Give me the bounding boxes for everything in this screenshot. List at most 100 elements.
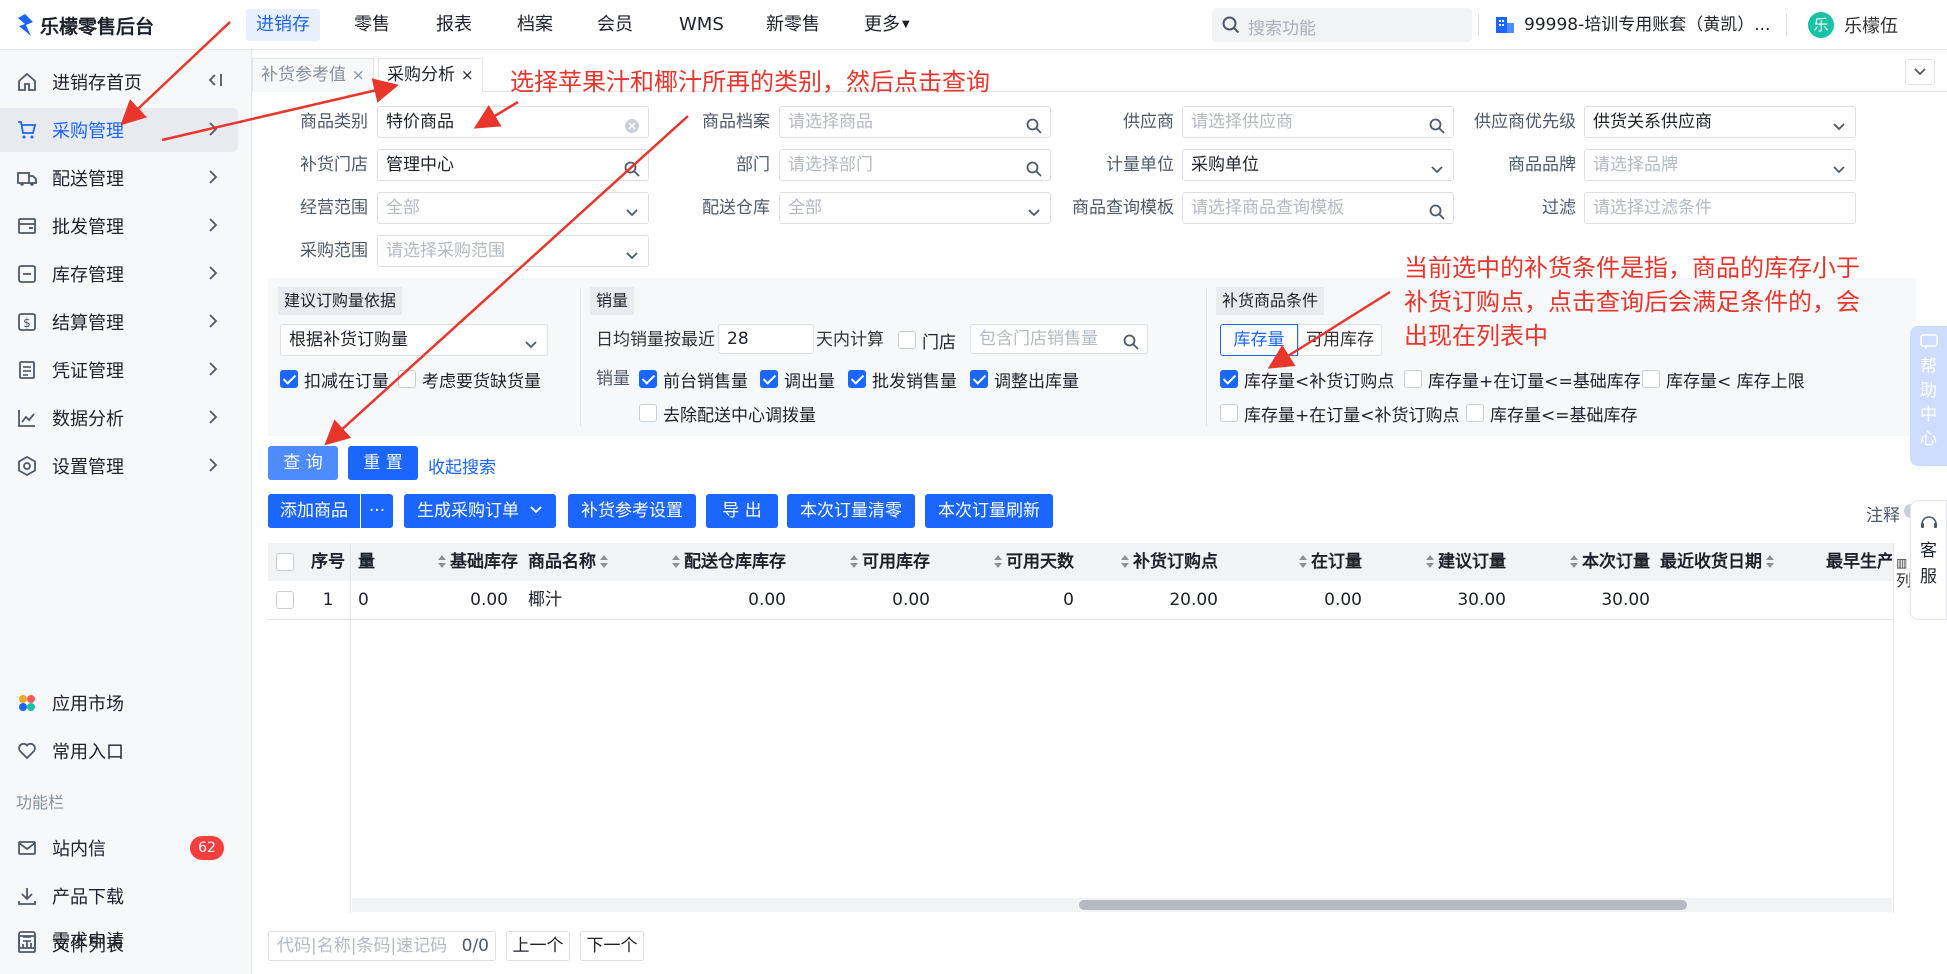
generate-order-button[interactable]: 生成采购订单 bbox=[404, 494, 556, 528]
close-icon[interactable]: × bbox=[352, 66, 365, 84]
scope-select[interactable]: 全部 bbox=[377, 192, 649, 224]
col-reorder-point[interactable]: 补货订购点 bbox=[1084, 543, 1218, 581]
consider-shortage-checkbox[interactable]: 考虑要货缺货量 bbox=[398, 367, 541, 392]
warehouse-select[interactable]: 全部 bbox=[779, 192, 1051, 224]
stock-lt-max-checkbox[interactable]: 库存量< 库存上限 bbox=[1642, 367, 1805, 392]
store-input[interactable]: 管理中心 bbox=[377, 149, 649, 181]
stock-lt-reorder-checkbox[interactable]: 库存量<补货订购点 bbox=[1220, 367, 1394, 392]
search-icon[interactable] bbox=[1429, 200, 1445, 223]
row-checkbox[interactable] bbox=[276, 591, 294, 609]
search-icon[interactable] bbox=[624, 157, 640, 180]
deduct-on-order-checkbox[interactable]: 扣减在订量 bbox=[280, 367, 389, 392]
sidebar-item-analysis[interactable]: 数据分析 bbox=[0, 396, 238, 440]
clear-order-qty-button[interactable]: 本次订量清零 bbox=[787, 494, 915, 528]
tab-replenish-ref[interactable]: 补货参考值 × bbox=[252, 58, 374, 92]
h-scrollbar-thumb[interactable] bbox=[1079, 900, 1687, 910]
collapse-sidebar-icon[interactable] bbox=[206, 71, 224, 94]
sidebar-item-settlement[interactable]: $ 结算管理 bbox=[0, 300, 238, 344]
feature-search-input[interactable]: 搜索功能 bbox=[1212, 8, 1472, 42]
store-sales-input[interactable]: 包含门店销售量 bbox=[970, 324, 1148, 354]
reset-button[interactable]: 重 置 bbox=[348, 446, 418, 480]
available-stock-segment[interactable]: 可用库存 bbox=[1298, 324, 1382, 356]
next-button[interactable]: 下一个 bbox=[580, 931, 644, 961]
sidebar-item-wholesale[interactable]: 批发管理 bbox=[0, 204, 238, 248]
sidebar-item-favorites[interactable]: 常用入口 bbox=[0, 729, 238, 773]
search-icon[interactable] bbox=[1123, 331, 1139, 353]
search-icon[interactable] bbox=[1026, 114, 1042, 137]
user-menu[interactable]: 乐 乐檬伍 bbox=[1808, 9, 1898, 41]
category-input[interactable]: 特价商品 bbox=[377, 106, 649, 138]
topnav-reports[interactable]: 报表 bbox=[426, 9, 482, 41]
tab-purchase-analysis[interactable]: 采购分析 × bbox=[378, 58, 483, 92]
stock-plus-order-lt-reorder-checkbox[interactable]: 库存量+在订量<补货订购点 bbox=[1220, 401, 1460, 426]
col-dc-stock[interactable]: 配送仓库库存 bbox=[668, 543, 786, 581]
topnav-archive[interactable]: 档案 bbox=[507, 9, 563, 41]
topnav-more[interactable]: 更多 ▼ bbox=[854, 9, 920, 41]
supplier-input[interactable]: 请选择供应商 bbox=[1182, 106, 1454, 138]
close-icon[interactable]: × bbox=[461, 66, 474, 84]
topnav-retail[interactable]: 零售 bbox=[344, 9, 400, 41]
app-logo[interactable]: 乐檬零售后台 bbox=[16, 12, 154, 38]
sidebar-item-delivery[interactable]: 配送管理 bbox=[0, 156, 238, 200]
adjust-out-checkbox[interactable]: 调整出库量 bbox=[970, 367, 1079, 392]
sidebar-item-downloads[interactable]: 产品下载 bbox=[0, 874, 238, 918]
replenish-settings-button[interactable]: 补货参考设置 bbox=[568, 494, 696, 528]
col-last-receipt[interactable]: 最近收货日期 bbox=[1660, 543, 1784, 581]
clear-icon[interactable] bbox=[624, 114, 640, 137]
col-base-stock[interactable]: 基础库存 bbox=[378, 543, 518, 581]
frontend-sales-checkbox[interactable]: 前台销售量 bbox=[639, 367, 748, 392]
filter-input[interactable]: 请选择过滤条件 bbox=[1584, 192, 1856, 224]
col-suggested-qty[interactable]: 建议订量 bbox=[1372, 543, 1506, 581]
sidebar-item-home[interactable]: 进销存首页 bbox=[0, 60, 238, 104]
exclude-dc-transfer-checkbox[interactable]: 去除配送中心调拨量 bbox=[639, 401, 816, 426]
unit-select[interactable]: 采购单位 bbox=[1182, 149, 1454, 181]
search-icon[interactable] bbox=[1429, 114, 1445, 137]
stock-plus-order-le-base-checkbox[interactable]: 库存量+在订量<=基础库存 bbox=[1404, 367, 1641, 392]
sidebar-item-requests[interactable]: 需求申请 bbox=[0, 918, 238, 962]
topnav-member[interactable]: 会员 bbox=[587, 9, 643, 41]
more-button[interactable]: ··· bbox=[361, 494, 393, 528]
sidebar-item-app-market[interactable]: 应用市场 bbox=[0, 681, 238, 725]
tab-dropdown-button[interactable] bbox=[1905, 59, 1935, 85]
help-center-widget[interactable]: 帮 助 中 心 bbox=[1910, 326, 1947, 466]
basis-select[interactable]: 根据补货订购量 bbox=[280, 324, 548, 356]
sidebar-item-purchase[interactable]: 采购管理 bbox=[0, 108, 238, 152]
query-button[interactable]: 查 询 bbox=[268, 446, 338, 480]
store-checkbox[interactable]: 门店 bbox=[898, 328, 956, 353]
avg-days-input[interactable]: 28 bbox=[718, 324, 814, 354]
column-settings[interactable]: ▥ 列 bbox=[1896, 554, 1912, 590]
sidebar-item-messages[interactable]: 站内信 62 bbox=[0, 826, 238, 870]
product-input[interactable]: 请选择商品 bbox=[779, 106, 1051, 138]
locate-input[interactable]: 代码|名称|条码|速记码 0/0 bbox=[268, 931, 496, 961]
col-name[interactable]: 商品名称 bbox=[528, 543, 658, 581]
topnav-jinxiaocun[interactable]: 进销存 bbox=[246, 9, 320, 41]
export-button[interactable]: 导 出 bbox=[706, 494, 778, 528]
prev-button[interactable]: 上一个 bbox=[506, 931, 570, 961]
stock-segment[interactable]: 库存量 bbox=[1220, 324, 1298, 356]
search-icon[interactable] bbox=[1026, 157, 1042, 180]
col-on-order[interactable]: 在订量 bbox=[1228, 543, 1362, 581]
dept-input[interactable]: 请选择部门 bbox=[779, 149, 1051, 181]
add-product-button[interactable]: 添加商品 bbox=[268, 494, 360, 528]
col-this-qty[interactable]: 本次订量 bbox=[1516, 543, 1650, 581]
sidebar-item-inventory[interactable]: 库存管理 bbox=[0, 252, 238, 296]
purchase-scope-select[interactable]: 请选择采购范围 bbox=[377, 235, 649, 267]
sidebar-item-settings[interactable]: 设置管理 bbox=[0, 444, 238, 488]
sidebar-item-voucher[interactable]: 凭证管理 bbox=[0, 348, 238, 392]
col-available-stock[interactable]: 可用库存 bbox=[796, 543, 930, 581]
customer-service-widget[interactable]: 客 服 bbox=[1910, 500, 1947, 620]
select-all-checkbox[interactable] bbox=[276, 553, 294, 571]
wholesale-sales-checkbox[interactable]: 批发销售量 bbox=[848, 367, 957, 392]
cell-this-qty[interactable]: 30.00 bbox=[1516, 581, 1650, 619]
transfer-out-checkbox[interactable]: 调出量 bbox=[760, 367, 835, 392]
refresh-order-qty-button[interactable]: 本次订量刷新 bbox=[925, 494, 1053, 528]
supplier-priority-select[interactable]: 供货关系供应商 bbox=[1584, 106, 1856, 138]
account-switcher[interactable]: 99998-培训专用账套（黄凯）... bbox=[1494, 9, 1770, 41]
stock-le-base-checkbox[interactable]: 库存量<=基础库存 bbox=[1466, 401, 1638, 426]
topnav-wms[interactable]: WMS bbox=[669, 9, 734, 41]
brand-select[interactable]: 请选择品牌 bbox=[1584, 149, 1856, 181]
topnav-new-retail[interactable]: 新零售 bbox=[756, 9, 830, 41]
collapse-search-link[interactable]: 收起搜索 bbox=[428, 453, 496, 478]
col-available-days[interactable]: 可用天数 bbox=[940, 543, 1074, 581]
template-input[interactable]: 请选择商品查询模板 bbox=[1182, 192, 1454, 224]
